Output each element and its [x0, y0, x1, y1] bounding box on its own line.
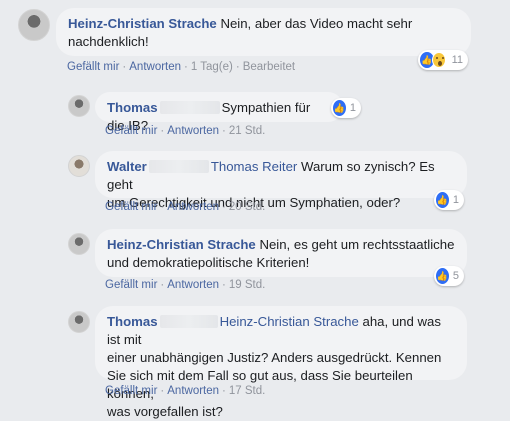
- comment-bubble: Heinz-Christian Strache Nein, aber das V…: [56, 8, 471, 56]
- edited-label[interactable]: Bearbeitet: [243, 61, 295, 73]
- comment-text: einer unabhängigen Justiz? Anders ausged…: [107, 350, 442, 365]
- like-link[interactable]: Gefällt mir: [67, 61, 119, 73]
- comment-actions: Gefällt mir · Antworten · 17 Std.: [105, 385, 266, 397]
- avatar[interactable]: [18, 9, 50, 41]
- comment-bubble: Walter Thomas Reiter Warum so zynisch? Es…: [95, 151, 467, 210]
- comment-author[interactable]: Heinz-Christian Strache: [68, 16, 217, 31]
- redacted-surname: [159, 101, 220, 114]
- reaction-badge[interactable]: 👍 1: [331, 98, 361, 118]
- redacted-surname: [159, 315, 218, 328]
- comment-time[interactable]: 1 Tag(e): [191, 61, 233, 73]
- like-icon: 👍: [436, 192, 449, 208]
- comment-actions: Gefällt mir · Antworten · 20 Std.: [105, 201, 266, 213]
- reaction-count: 1: [452, 194, 459, 206]
- comment-actions: Gefällt mir · Antworten · 21 Std.: [105, 125, 266, 137]
- comment-author[interactable]: Heinz-Christian Strache: [107, 237, 256, 252]
- avatar[interactable]: [68, 155, 90, 177]
- comment-author[interactable]: Walter: [107, 159, 147, 174]
- reaction-badge[interactable]: 👍 5: [434, 266, 464, 286]
- like-link[interactable]: Gefällt mir: [105, 385, 157, 397]
- reaction-badge[interactable]: 👍 1: [434, 190, 464, 210]
- reaction-count: 5: [452, 270, 459, 282]
- reaction-badge[interactable]: 👍 11: [418, 50, 468, 70]
- comment-time[interactable]: 21 Std.: [229, 125, 265, 137]
- comment-author[interactable]: Thomas: [107, 100, 158, 115]
- comment-bubble: Thomas Sympathien für die IB?: [95, 92, 343, 133]
- mention-link[interactable]: Heinz-Christian Strache: [220, 314, 359, 329]
- comment-actions: Gefällt mir · Antworten · 1 Tag(e) · Bearbeite…: [67, 61, 296, 73]
- like-icon: 👍: [436, 268, 449, 284]
- like-link[interactable]: Gefällt mir: [105, 125, 157, 137]
- comment-author[interactable]: Thomas: [107, 314, 158, 329]
- comment-actions: Gefällt mir · Antworten · 19 Std.: [105, 279, 266, 291]
- reply-link[interactable]: Antworten: [167, 279, 219, 291]
- mention-link[interactable]: Thomas Reiter: [211, 159, 297, 174]
- comment-time[interactable]: 17 Std.: [229, 385, 265, 397]
- comment-time[interactable]: 20 Std.: [229, 201, 265, 213]
- comment-text: und demokratiepolitische Kriterien!: [107, 255, 310, 270]
- redacted-surname: [148, 160, 209, 173]
- comment-bubble: Heinz-Christian Strache Nein, es geht um…: [95, 229, 467, 277]
- comment-text: nachdenklich!: [68, 34, 149, 49]
- reaction-count: 1: [349, 102, 356, 114]
- reply-link[interactable]: Antworten: [129, 61, 181, 73]
- like-link[interactable]: Gefällt mir: [105, 279, 157, 291]
- like-link[interactable]: Gefällt mir: [105, 201, 157, 213]
- comment-text: Nein, aber das Video macht sehr: [220, 16, 413, 31]
- avatar[interactable]: [68, 311, 90, 333]
- avatar[interactable]: [68, 233, 90, 255]
- comment-bubble: Thomas Heinz-Christian Strache aha, und w…: [95, 306, 467, 419]
- like-icon: 👍: [333, 100, 346, 116]
- reaction-count: 11: [451, 54, 463, 66]
- avatar[interactable]: [68, 95, 90, 117]
- comment-time[interactable]: 19 Std.: [229, 279, 265, 291]
- reply-link[interactable]: Antworten: [167, 201, 219, 213]
- comment-text: Nein, es geht um rechtsstaatliche: [259, 237, 455, 252]
- reply-link[interactable]: Antworten: [167, 125, 219, 137]
- reply-link[interactable]: Antworten: [167, 385, 219, 397]
- wow-icon: [431, 52, 446, 68]
